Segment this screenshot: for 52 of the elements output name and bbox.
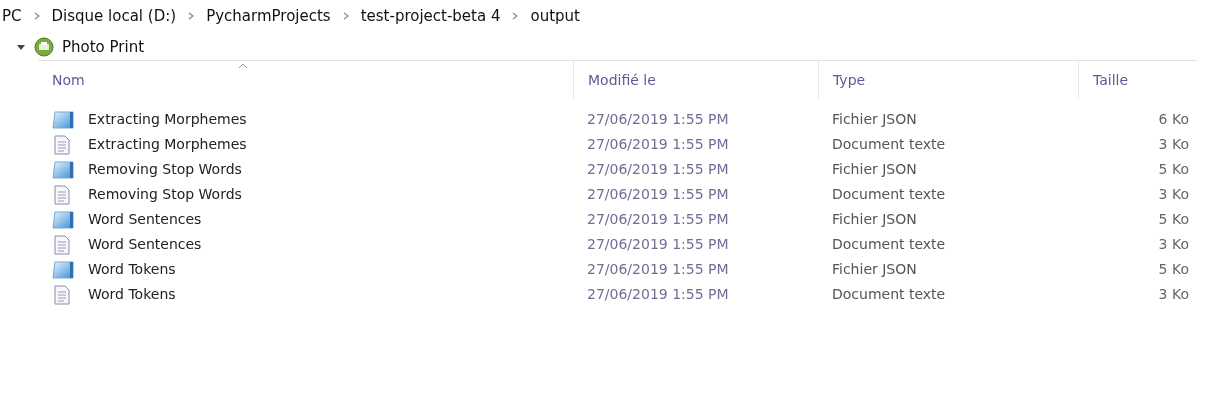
chevron-icon (512, 12, 519, 20)
file-name[interactable]: Extracting Morphemes (88, 109, 247, 130)
type-cell-text: Fichier JSON (831, 110, 918, 129)
chevron-icon (33, 12, 40, 20)
type-cell-text: Document texte (831, 185, 947, 204)
file-name[interactable]: Removing Stop Words (88, 184, 242, 205)
file-name[interactable]: Removing Stop Words (88, 159, 242, 180)
date-cell-text: 27/06/2019 1:55 PM (586, 160, 730, 179)
file-name[interactable]: Word Tokens (88, 284, 176, 305)
size-cell-text: 3 Ko (1157, 135, 1190, 154)
type-cell-text: Document texte (831, 285, 947, 304)
type-cell-text: Fichier JSON (831, 210, 918, 229)
column-header[interactable]: Taille (1093, 69, 1129, 91)
size-cell-text: 3 Ko (1157, 185, 1190, 204)
size-cell-text: 6 Ko (1157, 110, 1190, 129)
size-cell-text: 5 Ko (1157, 160, 1190, 179)
file-icon (52, 109, 76, 130)
column-header[interactable]: Type (833, 69, 866, 91)
type-cell-text: Document texte (831, 135, 947, 154)
file-icon (52, 209, 76, 230)
date-cell-text: 27/06/2019 1:55 PM (586, 260, 730, 279)
date-cell-text: 27/06/2019 1:55 PM (586, 285, 730, 304)
date-cell-text: 27/06/2019 1:55 PM (586, 110, 730, 129)
group-title[interactable]: Photo Print (62, 35, 145, 59)
breadcrumb-item[interactable]: PycharmProjects (206, 4, 331, 28)
file-name[interactable]: Extracting Morphemes (88, 134, 247, 155)
type-cell-text: Fichier JSON (831, 260, 918, 279)
file-icon (52, 259, 76, 280)
file-name[interactable]: Word Sentences (88, 234, 202, 255)
type-cell-text: Fichier JSON (831, 160, 918, 179)
breadcrumb-item[interactable]: Disque local (D:) (51, 4, 177, 28)
size-cell-text: 5 Ko (1157, 260, 1190, 279)
breadcrumb-item[interactable]: output (530, 4, 580, 28)
printer-icon (34, 37, 54, 57)
size-cell-text: 3 Ko (1157, 235, 1190, 254)
type-cell-text: Document texte (831, 235, 947, 254)
file-icon (52, 159, 76, 180)
date-cell-text: 27/06/2019 1:55 PM (586, 235, 730, 254)
column-header[interactable]: Nom (52, 69, 85, 91)
chevron-icon (188, 12, 195, 20)
file-name[interactable]: Word Sentences (88, 209, 202, 230)
chevron-icon (342, 12, 349, 20)
breadcrumb-item[interactable]: test-project-beta 4 (360, 4, 501, 28)
size-cell-text: 3 Ko (1157, 285, 1190, 304)
file-name[interactable]: Word Tokens (88, 259, 176, 280)
breadcrumb-item[interactable]: PC (2, 4, 22, 28)
date-cell-text: 27/06/2019 1:55 PM (586, 185, 730, 204)
column-header[interactable]: Modifié le (588, 69, 656, 91)
date-cell-text: 27/06/2019 1:55 PM (586, 210, 730, 229)
date-cell-text: 27/06/2019 1:55 PM (586, 135, 730, 154)
expand-caret-icon[interactable] (16, 42, 26, 52)
size-cell-text: 5 Ko (1157, 210, 1190, 229)
